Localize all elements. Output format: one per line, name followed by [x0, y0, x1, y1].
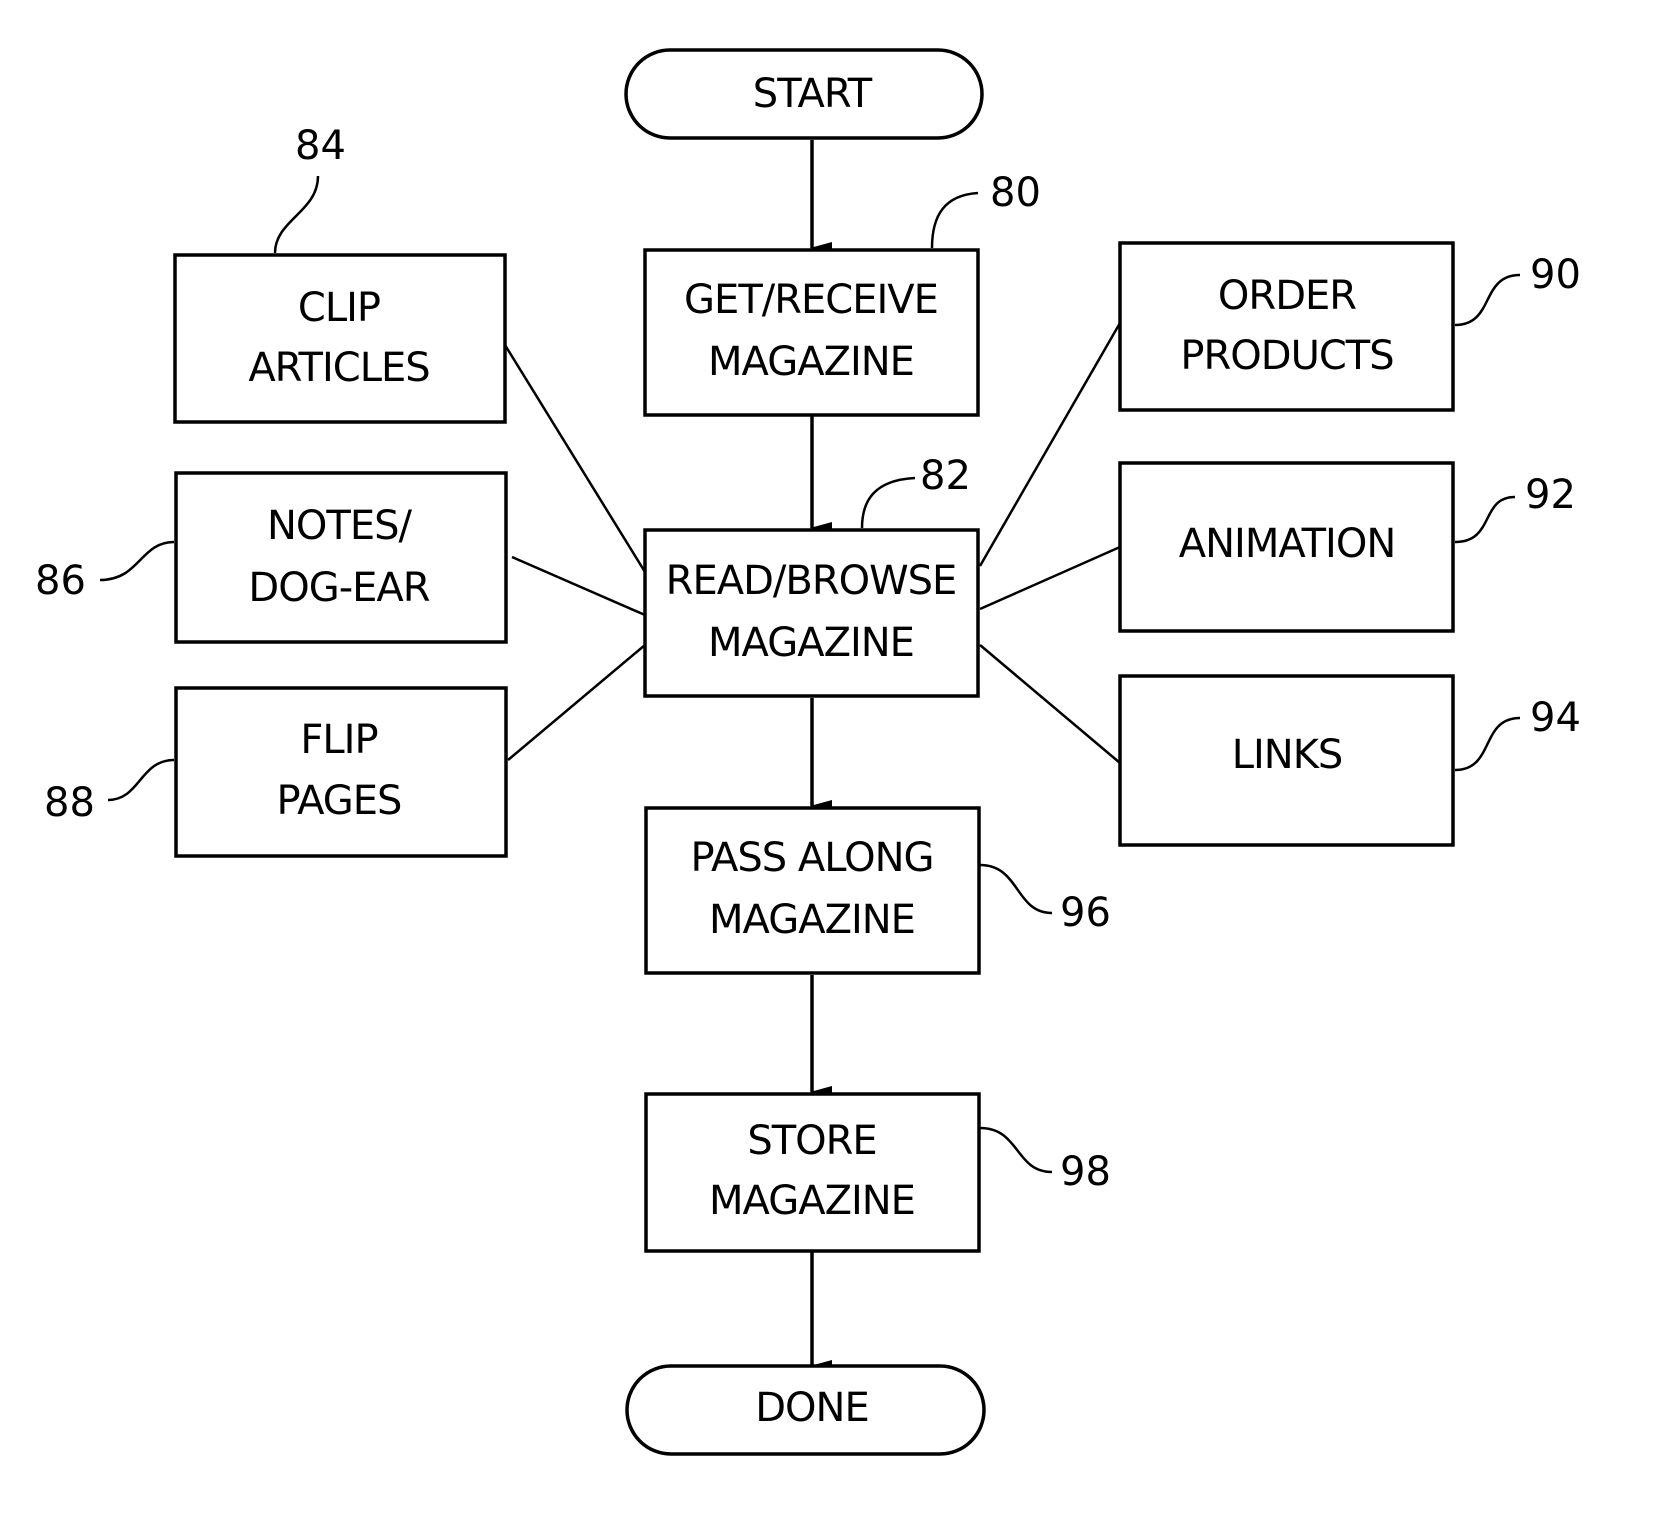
ref-label-96: 96	[1060, 890, 1111, 936]
ref-label-82: 82	[920, 453, 971, 499]
connector-82-to-90	[978, 322, 1122, 567]
option-links: LINKS	[1118, 674, 1455, 847]
step-96-line-2: MAGAZINE	[709, 897, 915, 943]
ref-label-94: 94	[1530, 695, 1581, 741]
step-82-line-1: READ/BROWSE	[666, 558, 957, 604]
ref-label-98: 98	[1060, 1149, 1111, 1195]
flowchart: START GET/RECEIVE MAGAZINE READ/BROWSE M…	[35, 48, 1581, 1456]
step-96-line-1: PASS ALONG	[690, 835, 933, 881]
step-store-magazine: STORE MAGAZINE	[644, 1092, 981, 1253]
option-flip-pages: FLIP PAGES	[174, 686, 508, 858]
step-get-receive-magazine: GET/RECEIVE MAGAZINE	[643, 248, 980, 417]
option-94-line-1: LINKS	[1232, 732, 1343, 778]
step-98-line-2: MAGAZINE	[709, 1178, 915, 1224]
leader-84	[273, 175, 320, 254]
ref-label-92: 92	[1525, 472, 1576, 518]
leader-80	[930, 191, 979, 249]
option-clip-articles: CLIP ARTICLES	[173, 253, 507, 424]
option-order-products: ORDER PRODUCTS	[1118, 241, 1455, 412]
step-read-browse-magazine: READ/BROWSE MAGAZINE	[643, 528, 980, 698]
ref-label-80: 80	[990, 170, 1041, 216]
ref-label-86: 86	[35, 558, 86, 604]
leader-82	[860, 476, 916, 529]
connector-82-to-92	[979, 545, 1121, 611]
ref-label-88: 88	[44, 780, 95, 826]
connector-82-to-88	[507, 644, 646, 761]
option-86-line-1: NOTES/	[267, 503, 413, 549]
connector-82-to-86	[511, 555, 646, 617]
step-80-line-2: MAGAZINE	[708, 339, 914, 385]
option-animation: ANIMATION	[1118, 461, 1455, 633]
option-notes-dog-ear: NOTES/ DOG-EAR	[174, 471, 508, 644]
ref-label-90: 90	[1530, 252, 1581, 298]
leader-86	[99, 540, 175, 582]
done-label: DONE	[755, 1385, 868, 1431]
start-label: START	[753, 71, 873, 117]
option-92-line-1: ANIMATION	[1179, 521, 1396, 567]
connector-82-to-94	[979, 644, 1121, 764]
leader-92	[1454, 495, 1516, 544]
connector-82-to-84	[503, 344, 647, 573]
done-terminal: DONE	[625, 1364, 986, 1456]
option-84-line-2: ARTICLES	[248, 345, 429, 391]
option-88-line-1: FLIP	[300, 717, 377, 763]
leader-96	[979, 863, 1053, 915]
step-82-line-2: MAGAZINE	[708, 620, 914, 666]
ref-label-84: 84	[295, 123, 346, 169]
leader-88	[107, 758, 175, 802]
option-90-line-1: ORDER	[1218, 273, 1356, 319]
option-84-line-1: CLIP	[298, 285, 380, 331]
leader-90	[1454, 273, 1521, 327]
step-98-line-1: STORE	[747, 1118, 876, 1164]
leader-94	[1454, 716, 1521, 772]
option-86-line-2: DOG-EAR	[248, 565, 429, 611]
option-90-line-2: PRODUCTS	[1180, 333, 1393, 379]
option-88-line-2: PAGES	[277, 778, 402, 824]
leader-98	[979, 1126, 1053, 1174]
step-pass-along-magazine: PASS ALONG MAGAZINE	[644, 806, 981, 975]
step-80-line-1: GET/RECEIVE	[684, 277, 938, 323]
start-terminal: START	[624, 48, 984, 140]
